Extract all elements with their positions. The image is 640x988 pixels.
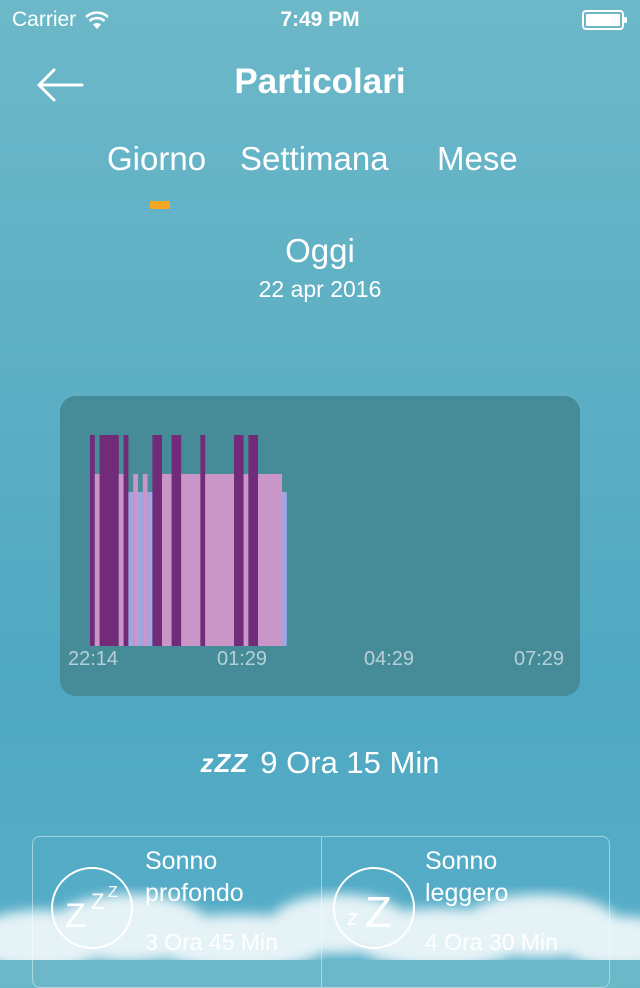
sleep-stage-bar-light	[205, 474, 234, 646]
x-tick-label: 04:29	[364, 648, 415, 670]
sleep-stage-bar-deep	[171, 435, 182, 646]
x-tick-label: 22:14	[68, 648, 119, 670]
light-sleep-zz-icon: z Z	[333, 867, 415, 949]
period-tabs: Giorno Settimana Mese	[0, 140, 640, 220]
sleep-stage-bar-light	[258, 474, 282, 646]
date-title: Oggi	[285, 232, 355, 269]
sleep-stage-bar-deep	[200, 435, 206, 646]
stat-light-label-line1: Sonno	[425, 847, 498, 875]
stat-deep-label-line1: Sonno	[145, 847, 218, 875]
stat-light-value: 4 Ora 30 Min	[425, 929, 558, 955]
zzz-icon: zZZ	[200, 747, 249, 778]
sleep-stage-bar-rem	[128, 492, 134, 646]
selected-tab-indicator	[150, 201, 170, 209]
date-block: Oggi 22 apr 2016	[0, 232, 640, 303]
svg-text:z: z	[347, 905, 358, 930]
nav-bar: Particolari	[0, 50, 640, 120]
sleep-stage-bar-deep	[234, 435, 244, 646]
svg-text:Z: Z	[108, 884, 118, 901]
x-tick-label: 07:29	[514, 648, 565, 670]
sleep-stage-bar-light	[94, 474, 100, 646]
tab-settimana[interactable]: Settimana	[240, 140, 389, 178]
total-sleep-duration: zZZ 9 Ora 15 Min	[0, 745, 640, 781]
sleep-stage-bar-deep	[90, 435, 95, 646]
stat-deep-label-line2: profondo	[145, 879, 244, 907]
sleep-chart	[90, 435, 287, 646]
sleep-stage-bar-light	[181, 474, 201, 646]
svg-text:Z: Z	[91, 889, 104, 914]
stat-deep-value: 3 Ora 45 Min	[145, 929, 278, 955]
battery-icon	[582, 10, 627, 30]
sleep-stage-bar-deep	[123, 435, 129, 646]
tab-mese[interactable]: Mese	[437, 140, 518, 178]
stat-light-label: Sonno leggero	[425, 845, 508, 909]
svg-text:Z: Z	[365, 888, 392, 937]
sleep-chart-card: 22:14 01:29 04:29 07:29	[60, 396, 580, 696]
page-title: Particolari	[234, 62, 406, 101]
sleep-stage-bar-light	[118, 474, 124, 646]
sleep-stage-bar-deep	[248, 435, 258, 646]
total-sleep-value: 9 Ora 15 Min	[260, 745, 440, 780]
sleep-stage-bar-deep	[99, 435, 119, 646]
sleep-stage-bar-rem	[147, 492, 153, 646]
deep-sleep-zzz-icon: Z Z Z	[51, 867, 133, 949]
sleep-stage-bar-light	[243, 474, 249, 646]
sleep-stage-bar-rem	[138, 492, 143, 646]
status-bar: Carrier 7:49 PM	[0, 0, 640, 40]
sleep-stage-bar-light	[142, 474, 148, 646]
sleep-stage-bar-light	[162, 474, 172, 646]
sleep-stage-bar-light	[133, 474, 138, 646]
stat-light-label-line2: leggero	[425, 879, 509, 907]
stat-deep-sleep[interactable]: Z Z Z Sonno profondo 3 Ora 45 Min	[33, 837, 321, 987]
stat-light-sleep[interactable]: z Z Sonno leggero 4 Ora 30 Min	[321, 837, 609, 987]
status-time: 7:49 PM	[280, 8, 360, 31]
tab-giorno[interactable]: Giorno	[107, 140, 206, 178]
sleep-stage-bar-deep	[152, 435, 162, 646]
sleep-stats-panel: Z Z Z Sonno profondo 3 Ora 45 Min z Z So…	[32, 836, 610, 988]
date-subtitle: 22 apr 2016	[258, 276, 382, 302]
x-tick-label: 01:29	[217, 648, 268, 670]
svg-text:Z: Z	[65, 897, 86, 935]
stat-deep-label: Sonno profondo	[145, 845, 244, 909]
sleep-stage-bar-rem	[282, 492, 287, 646]
